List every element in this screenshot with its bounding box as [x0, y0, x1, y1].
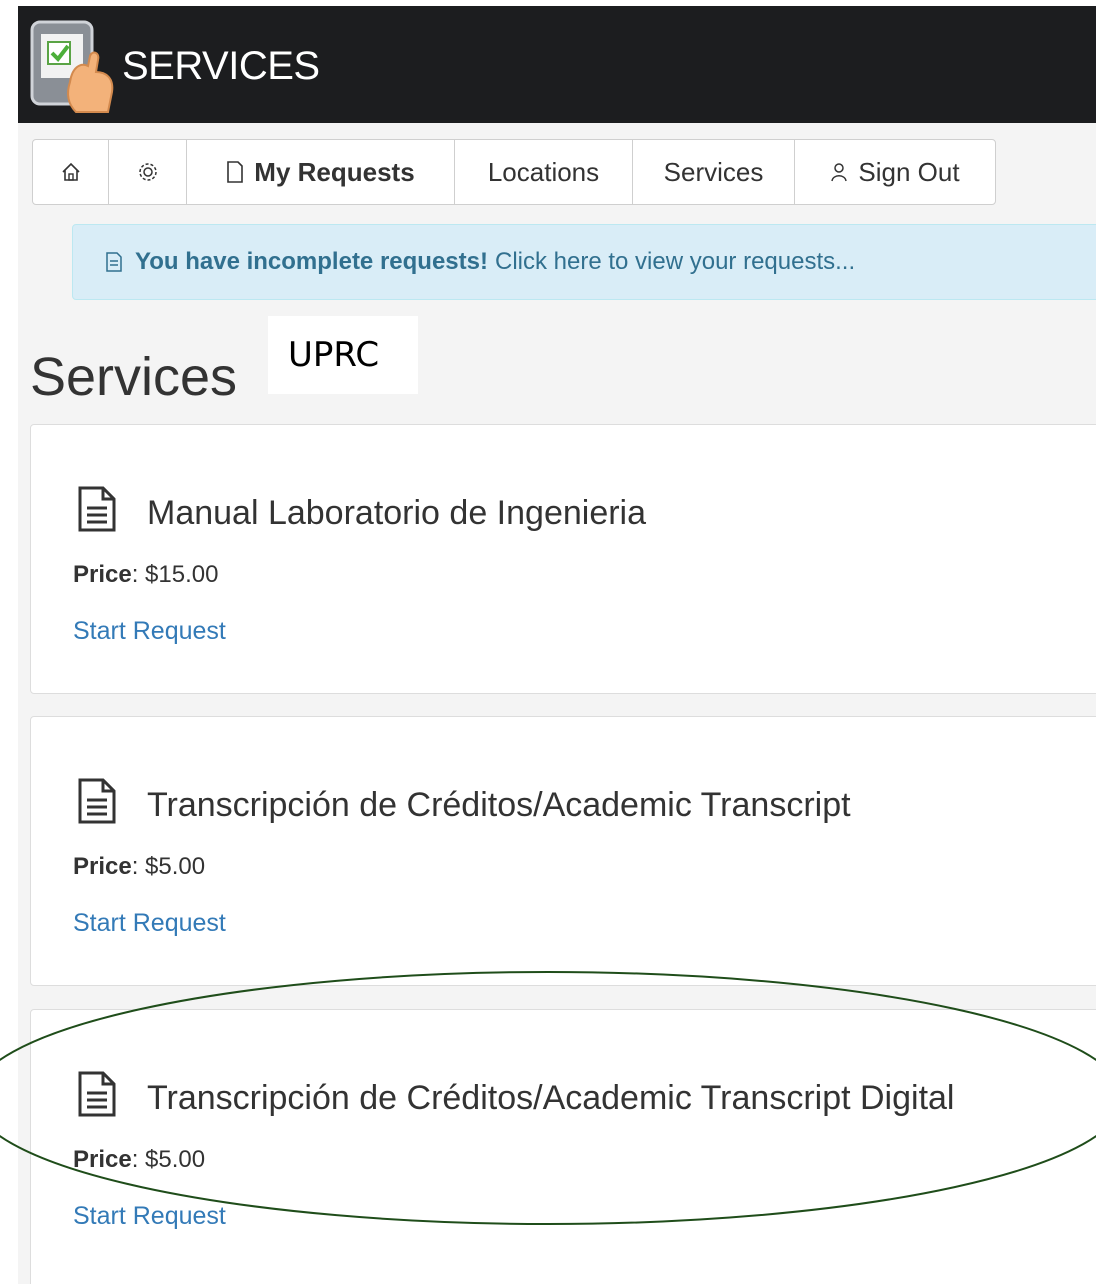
app-logo-icon[interactable]	[28, 16, 118, 116]
start-request-link[interactable]: Start Request	[73, 909, 226, 938]
tab-services[interactable]: Services	[633, 140, 795, 204]
price-label: Price	[73, 1146, 132, 1173]
tab-settings[interactable]	[109, 140, 187, 204]
price-value: : $15.00	[131, 561, 219, 588]
service-price: Price: $5.00	[73, 1146, 205, 1174]
tab-services-label: Services	[663, 156, 764, 187]
nav-tabs: My Requests Locations Services Sign Out	[32, 139, 996, 205]
tab-my-requests-label: My Requests	[254, 156, 415, 187]
service-price: Price: $5.00	[73, 853, 205, 881]
document-icon	[77, 1070, 117, 1118]
document-icon	[226, 160, 244, 184]
page: SERVICES My Requests Locations Services	[18, 6, 1096, 1284]
user-icon	[830, 161, 848, 183]
uprc-overlay-label: UPRC	[268, 316, 418, 394]
tab-locations-label: Locations	[487, 156, 600, 187]
gear-icon	[137, 161, 159, 183]
home-icon	[60, 161, 82, 183]
price-label: Price	[73, 853, 132, 880]
service-price: Price: $15.00	[73, 561, 218, 589]
tab-sign-out[interactable]: Sign Out	[795, 140, 995, 204]
price-label: Price	[73, 561, 132, 588]
service-title: Manual Laboratorio de Ingenieria	[77, 485, 646, 533]
service-card: Transcripción de Créditos/Academic Trans…	[30, 716, 1096, 986]
tab-home[interactable]	[33, 140, 109, 204]
price-value: : $5.00	[131, 853, 206, 880]
start-request-link[interactable]: Start Request	[73, 617, 226, 646]
page-title: Services	[30, 347, 238, 407]
document-icon	[77, 485, 117, 533]
start-request-link[interactable]: Start Request	[73, 1202, 226, 1231]
price-value: : $5.00	[131, 1146, 206, 1173]
incomplete-requests-alert[interactable]: You have incomplete requests! Click here…	[72, 224, 1096, 300]
alert-link-text[interactable]: Click here to view your requests...	[495, 248, 855, 276]
service-title: Transcripción de Créditos/Academic Trans…	[77, 777, 851, 825]
tab-sign-out-label: Sign Out	[858, 156, 960, 187]
service-title-text: Transcripción de Créditos/Academic Trans…	[147, 786, 851, 824]
top-header-bar: SERVICES	[18, 6, 1096, 123]
service-card: Transcripción de Créditos/Academic Trans…	[30, 1009, 1096, 1284]
service-title-text: Manual Laboratorio de Ingenieria	[147, 494, 647, 532]
tab-locations[interactable]: Locations	[455, 140, 633, 204]
alert-strong-text: You have incomplete requests!	[135, 248, 488, 275]
service-card: Manual Laboratorio de Ingenieria Price: …	[30, 424, 1096, 694]
service-title-text: Transcripción de Créditos/Academic Trans…	[147, 1079, 955, 1117]
document-icon	[77, 777, 117, 825]
service-title: Transcripción de Créditos/Academic Trans…	[77, 1070, 954, 1118]
document-icon	[105, 251, 123, 273]
tab-my-requests[interactable]: My Requests	[187, 140, 455, 204]
app-brand-title: SERVICES	[122, 44, 320, 88]
